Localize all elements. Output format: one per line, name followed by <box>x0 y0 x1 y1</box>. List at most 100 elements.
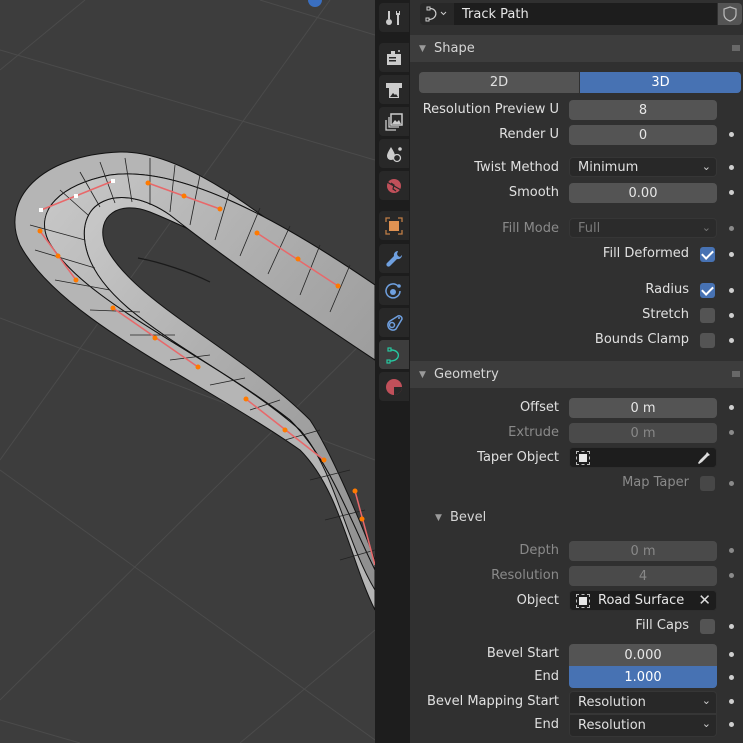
bevel-mapping-start-value: Resolution <box>578 695 646 710</box>
properties-editor: Track Path ▼ Shape 2D 3D Resolution Prev… <box>410 0 743 743</box>
keyframe-dot-icon[interactable] <box>729 226 734 231</box>
bevel-object-value: Road Surface <box>598 593 685 608</box>
tab-view-layer[interactable] <box>379 107 409 136</box>
extrude-label: Extrude <box>508 425 559 440</box>
handle-point[interactable] <box>145 180 151 186</box>
tab-scene[interactable] <box>379 139 409 168</box>
smooth-field[interactable]: 0.00 <box>569 183 717 203</box>
properties-header: Track Path <box>410 0 743 30</box>
shield-icon <box>723 6 737 22</box>
tab-material[interactable] <box>379 372 409 401</box>
bevel-end-field[interactable]: 1.000 <box>569 666 717 688</box>
tab-object[interactable] <box>379 211 409 240</box>
extrude-field[interactable]: 0 m <box>569 423 717 443</box>
drag-grip-icon[interactable] <box>732 371 740 377</box>
panel-header-geometry[interactable]: ▼ Geometry <box>410 361 743 388</box>
taper-object-field[interactable] <box>569 447 717 468</box>
keyframe-dot-icon[interactable] <box>729 548 734 553</box>
drag-grip-icon[interactable] <box>732 45 740 51</box>
handle-point[interactable] <box>111 179 115 183</box>
keyframe-dot-icon[interactable] <box>729 252 734 257</box>
fill-deformed-label: Fill Deformed <box>602 246 689 261</box>
bevel-end-label: End <box>534 669 559 684</box>
taper-object-label: Taper Object <box>477 450 559 465</box>
smooth-label: Smooth <box>508 185 559 200</box>
3d-viewport[interactable] <box>0 0 375 743</box>
bevel-object-field[interactable]: Road Surface ✕ <box>569 590 717 611</box>
tool-icon <box>386 10 400 25</box>
tab-physics[interactable] <box>379 276 409 305</box>
handle-point[interactable] <box>39 208 43 212</box>
bevel-object-label: Object <box>516 593 559 608</box>
tab-modifiers[interactable] <box>379 244 409 273</box>
eyedropper-icon[interactable] <box>696 450 712 466</box>
keyframe-dot-icon[interactable] <box>729 699 734 704</box>
collapse-triangle-icon: ▼ <box>419 43 426 54</box>
radius-checkbox[interactable] <box>700 283 715 298</box>
bounds-clamp-checkbox[interactable] <box>700 333 715 348</box>
stretch-label: Stretch <box>642 307 689 322</box>
tab-render[interactable] <box>379 43 409 72</box>
dimension-2d-button[interactable]: 2D <box>419 72 579 93</box>
tab-world[interactable] <box>379 171 409 200</box>
fill-caps-checkbox[interactable] <box>700 619 715 634</box>
offset-field[interactable]: 0 m <box>569 398 717 418</box>
control-point[interactable] <box>74 194 78 198</box>
render-u-field[interactable]: 0 <box>569 125 717 145</box>
depth-field[interactable]: 0 m <box>569 541 717 561</box>
curve-icon <box>425 6 447 22</box>
twist-method-value: Minimum <box>578 159 639 175</box>
material-icon <box>386 378 402 395</box>
collapse-triangle-icon: ▼ <box>419 369 426 380</box>
dimension-3d-button[interactable]: 3D <box>580 72 741 93</box>
tab-tool[interactable] <box>379 3 409 32</box>
chevron-down-icon: ⌄ <box>701 221 711 234</box>
keyframe-dot-icon[interactable] <box>729 722 734 727</box>
keyframe-dot-icon[interactable] <box>729 430 734 435</box>
object-icon <box>576 593 590 608</box>
bevel-start-field[interactable]: 0.000 <box>569 644 717 666</box>
resolution-preview-u-field[interactable]: 8 <box>569 100 717 120</box>
chevron-down-icon: ⌄ <box>701 717 711 730</box>
keyframe-dot-icon[interactable] <box>729 190 734 195</box>
physics-icon <box>385 282 401 299</box>
keyframe-dot-icon[interactable] <box>729 405 734 410</box>
panel-header-shape[interactable]: ▼ Shape <box>410 35 743 62</box>
output-icon <box>386 82 402 98</box>
resolution-label: Resolution <box>491 568 559 583</box>
bevel-mapping-end-label: End <box>534 717 559 732</box>
tab-output[interactable] <box>379 75 409 104</box>
keyframe-dot-icon[interactable] <box>729 675 734 680</box>
keyframe-dot-icon[interactable] <box>729 652 734 657</box>
keyframe-dot-icon[interactable] <box>729 165 734 170</box>
keyframe-dot-icon[interactable] <box>729 338 734 343</box>
tab-constraints[interactable] <box>379 308 409 337</box>
twist-method-dropdown[interactable]: Minimum ⌄ <box>569 157 717 177</box>
datablock-type-button[interactable] <box>420 3 454 25</box>
subpanel-header-bevel[interactable]: ▼ Bevel <box>410 504 743 531</box>
tab-data[interactable] <box>379 340 409 369</box>
keyframe-dot-icon[interactable] <box>729 481 734 486</box>
control-point[interactable] <box>181 193 187 199</box>
clear-x-icon[interactable]: ✕ <box>698 591 711 609</box>
fake-user-button[interactable] <box>718 3 742 25</box>
constraints-icon <box>387 314 403 331</box>
map-taper-checkbox[interactable] <box>700 476 715 491</box>
stretch-checkbox[interactable] <box>700 308 715 323</box>
resolution-field[interactable]: 4 <box>569 566 717 586</box>
bevel-mapping-start-dropdown[interactable]: Resolution ⌄ <box>569 691 717 714</box>
keyframe-dot-icon[interactable] <box>729 132 734 137</box>
light-object[interactable] <box>308 0 322 7</box>
keyframe-dot-icon[interactable] <box>729 288 734 293</box>
keyframe-dot-icon[interactable] <box>729 624 734 629</box>
fill-deformed-checkbox[interactable] <box>700 247 715 262</box>
keyframe-dot-icon[interactable] <box>729 313 734 318</box>
bevel-mapping-end-dropdown[interactable]: Resolution ⌄ <box>569 714 717 737</box>
fill-mode-dropdown[interactable]: Full ⌄ <box>569 218 717 238</box>
bevel-mapping-end-value: Resolution <box>578 718 646 733</box>
render-icon <box>387 49 401 65</box>
handle-point[interactable] <box>217 206 223 212</box>
datablock-name-field[interactable]: Track Path <box>454 3 717 25</box>
radius-label: Radius <box>645 282 689 297</box>
keyframe-dot-icon[interactable] <box>729 573 734 578</box>
